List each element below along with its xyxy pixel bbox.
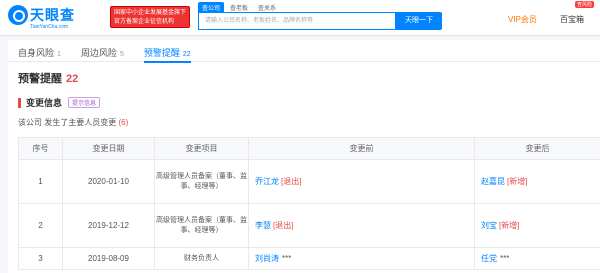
col-header-no: 序号 xyxy=(18,137,63,160)
tab-warning[interactable]: 预警提醒 22 xyxy=(134,40,201,63)
tab-label: 预警提醒 xyxy=(143,48,180,58)
risk-tabs: 自身风险 1 周边风险 5 预警提醒 22 xyxy=(8,40,600,63)
row-after: 赵嘉昆 [新增] xyxy=(474,159,600,204)
status-tag: [新增] xyxy=(507,177,528,186)
masked-text: *** xyxy=(500,254,510,263)
col-header-after: 变更后 xyxy=(474,137,600,160)
section-title: 预警提醒 22 xyxy=(18,70,78,86)
row-before: 李慧 [退出] xyxy=(248,203,475,248)
col-header-item: 变更项目 xyxy=(154,137,249,160)
table-row: 1 2020-01-10 高级管理人员备案（董事、监事、经理等） 乔江龙 [退出]… xyxy=(18,159,600,204)
table-header-row: 序号 变更日期 变更项目 变更前 变更后 xyxy=(18,137,600,160)
summary-count: (6) xyxy=(118,118,129,127)
search-input[interactable]: 请输入公司名称、老板姓名、品牌名称等 xyxy=(198,12,396,30)
risk-badge: 查风险 xyxy=(575,1,595,8)
tip-info-button[interactable]: 提示信息 xyxy=(68,97,101,108)
row-date: 2020-01-10 xyxy=(62,159,155,204)
search-button[interactable]: 天眼一下 xyxy=(396,12,442,30)
person-link[interactable]: 刘宝 xyxy=(481,221,497,230)
tab-self-risk[interactable]: 自身风险 1 xyxy=(8,40,71,62)
masked-text: *** xyxy=(282,254,292,263)
official-banner: 国家中小企业发展基金旗下官方备案企业征信机构 xyxy=(110,6,190,28)
tab-count: 5 xyxy=(119,51,124,58)
risk-card: 自身风险 1 周边风险 5 预警提醒 22 预警提醒 22 变更信息 提示信息 该公司 … xyxy=(8,40,600,273)
status-tag: [新增] xyxy=(499,221,520,230)
tab-count: 22 xyxy=(182,51,191,58)
row-date: 2019-08-09 xyxy=(62,247,155,270)
tab-label: 周边风险 xyxy=(80,48,117,58)
status-tag: [退出] xyxy=(281,177,302,186)
row-item: 财务负责人 xyxy=(154,247,249,270)
person-link[interactable]: 任党 xyxy=(481,254,497,263)
section-count: 22 xyxy=(66,73,79,85)
row-no: 1 xyxy=(18,159,63,204)
change-summary: 该公司 发生了主要人员变更 (6) xyxy=(18,117,128,128)
col-header-before: 变更前 xyxy=(248,137,475,160)
vip-member-link[interactable]: VIP会员 xyxy=(508,14,537,25)
person-link[interactable]: 李慧 xyxy=(255,221,271,230)
row-after: 任党 *** xyxy=(474,247,600,270)
tab-surrounding-risk[interactable]: 周边风险 5 xyxy=(71,40,134,62)
section-title-text: 预警提醒 xyxy=(18,73,62,85)
change-table: 序号 变更日期 变更项目 变更前 变更后 1 2020-01-10 高级管理人员… xyxy=(18,137,600,270)
person-link[interactable]: 刘尚涛 xyxy=(255,254,279,263)
section-marker xyxy=(18,97,21,108)
tab-count: 1 xyxy=(57,51,61,58)
row-before: 乔江龙 [退出] xyxy=(248,159,475,204)
row-no: 2 xyxy=(18,203,63,248)
subsection-title: 变更信息 xyxy=(26,98,63,108)
table-row: 2 2019-12-12 高级管理人员备案（董事、监事、经理等） 李慧 [退出] … xyxy=(18,203,600,248)
row-after: 刘宝 [新增] xyxy=(474,203,600,248)
logo-subtext: TianYanCha.com xyxy=(30,24,69,30)
summary-text: 该公司 发生了主要人员变更 xyxy=(18,118,117,127)
top-header: 天眼查 TianYanCha.com 国家中小企业发展基金旗下官方备案企业征信机… xyxy=(0,0,600,36)
user-menu[interactable]: 百宝箱 xyxy=(560,14,584,25)
row-item: 高级管理人员备案（董事、监事、经理等） xyxy=(154,159,249,204)
eye-logo-icon xyxy=(8,5,28,25)
row-item: 高级管理人员备案（董事、监事、经理等） xyxy=(154,203,249,248)
subsection-header: 变更信息 提示信息 xyxy=(18,96,101,109)
row-date: 2019-12-12 xyxy=(62,203,155,248)
person-link[interactable]: 赵嘉昆 xyxy=(481,177,505,186)
person-link[interactable]: 乔江龙 xyxy=(255,177,279,186)
tab-label: 自身风险 xyxy=(18,48,55,58)
logo[interactable]: 天眼查 TianYanCha.com xyxy=(8,4,106,32)
table-row: 3 2019-08-09 财务负责人 刘尚涛 *** 任党 *** xyxy=(18,247,600,270)
row-before: 刘尚涛 *** xyxy=(248,247,475,270)
row-no: 3 xyxy=(18,247,63,270)
logo-text: 天眼查 xyxy=(30,7,75,23)
col-header-date: 变更日期 xyxy=(62,137,155,160)
status-tag: [退出] xyxy=(273,221,294,230)
